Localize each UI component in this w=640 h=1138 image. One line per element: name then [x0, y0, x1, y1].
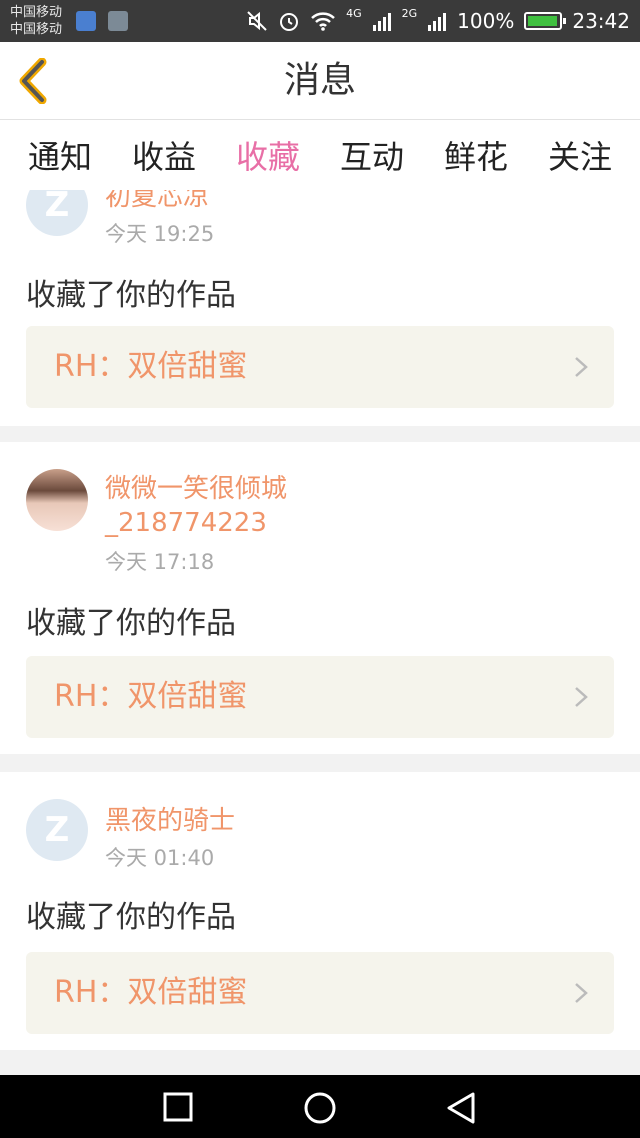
work-link[interactable]: RH：双倍甜蜜 [26, 326, 614, 408]
carrier-label-2: 中国移动 [10, 22, 63, 37]
clock: 23:42 [572, 9, 630, 33]
alarm-icon [280, 13, 299, 31]
default-avatar[interactable]: Z [26, 799, 88, 861]
action-text: 收藏了你的作品 [26, 900, 236, 935]
svg-text:Z: Z [45, 810, 70, 850]
svg-text:Z: Z [45, 190, 70, 225]
timestamp: 今天 19:25 [105, 222, 215, 246]
list-item: Z 初夏芯凉 今天 19:25 收藏了你的作品 RH：双倍甜蜜 [0, 190, 640, 426]
chevron-right-icon [575, 357, 588, 377]
header: 消息 [0, 42, 640, 120]
battery-percent: 100% [457, 9, 515, 33]
tab-notice[interactable]: 通知 [22, 132, 98, 178]
list-item: 微微一笑很倾城_218774223 今天 17:18 收藏了你的作品 RH：双倍… [0, 442, 640, 754]
work-title: RH：双倍甜蜜 [54, 349, 248, 384]
system-nav-bar [0, 1075, 640, 1138]
app-notification-icon [76, 11, 96, 31]
user-avatar[interactable] [26, 469, 88, 531]
timestamp: 今天 01:40 [105, 846, 215, 870]
tab-follow[interactable]: 关注 [542, 132, 618, 178]
network-type-2: 2G [401, 6, 418, 20]
chevron-right-icon [575, 687, 588, 707]
signal-icon-1 [372, 13, 391, 31]
mute-icon [247, 11, 267, 31]
message-list: Z 初夏芯凉 今天 19:25 收藏了你的作品 RH：双倍甜蜜 微微一笑很倾城_… [0, 190, 640, 1075]
avatar-placeholder-icon: Z [45, 190, 70, 225]
avatar-placeholder-icon: Z [45, 810, 70, 850]
status-bar: 中国移动 中国移动 4G 2G 100% 23:42 [0, 0, 640, 42]
carrier-info: 中国移动 中国移动 [10, 4, 62, 38]
tab-favorites[interactable]: 收藏 [230, 132, 306, 178]
action-text: 收藏了你的作品 [26, 606, 236, 641]
carrier-label-1: 中国移动 [10, 5, 63, 20]
signal-icon-2 [428, 13, 447, 31]
work-link[interactable]: RH：双倍甜蜜 [26, 656, 614, 738]
network-type-1: 4G [346, 6, 362, 20]
status-right: 4G 2G 100% 23:42 [246, 0, 630, 42]
work-title: RH：双倍甜蜜 [54, 975, 248, 1010]
default-avatar[interactable]: Z [26, 190, 88, 236]
battery-icon [524, 12, 567, 30]
username[interactable]: 黑夜的骑士 [105, 804, 365, 838]
chevron-right-icon [575, 983, 588, 1003]
wifi-icon [311, 12, 335, 31]
work-link[interactable]: RH：双倍甜蜜 [26, 952, 614, 1034]
home-icon[interactable] [303, 1091, 337, 1125]
back-icon[interactable] [445, 1091, 477, 1125]
image-notification-icon [108, 11, 128, 31]
list-item: Z 黑夜的骑士 今天 01:40 收藏了你的作品 RH：双倍甜蜜 [0, 772, 640, 1050]
page-title: 消息 [283, 60, 356, 101]
username[interactable]: 初夏芯凉 [105, 190, 365, 214]
work-title: RH：双倍甜蜜 [54, 679, 248, 714]
action-text: 收藏了你的作品 [26, 278, 236, 313]
tab-bar: 通知 收益 收藏 互动 鲜花 关注 [0, 120, 640, 190]
recent-apps-icon[interactable] [162, 1091, 194, 1123]
tab-flowers[interactable]: 鲜花 [438, 132, 514, 178]
tab-income[interactable]: 收益 [126, 132, 202, 178]
username[interactable]: 微微一笑很倾城_218774223 [105, 472, 365, 540]
tab-interaction[interactable]: 互动 [334, 132, 410, 178]
timestamp: 今天 17:18 [105, 550, 215, 574]
